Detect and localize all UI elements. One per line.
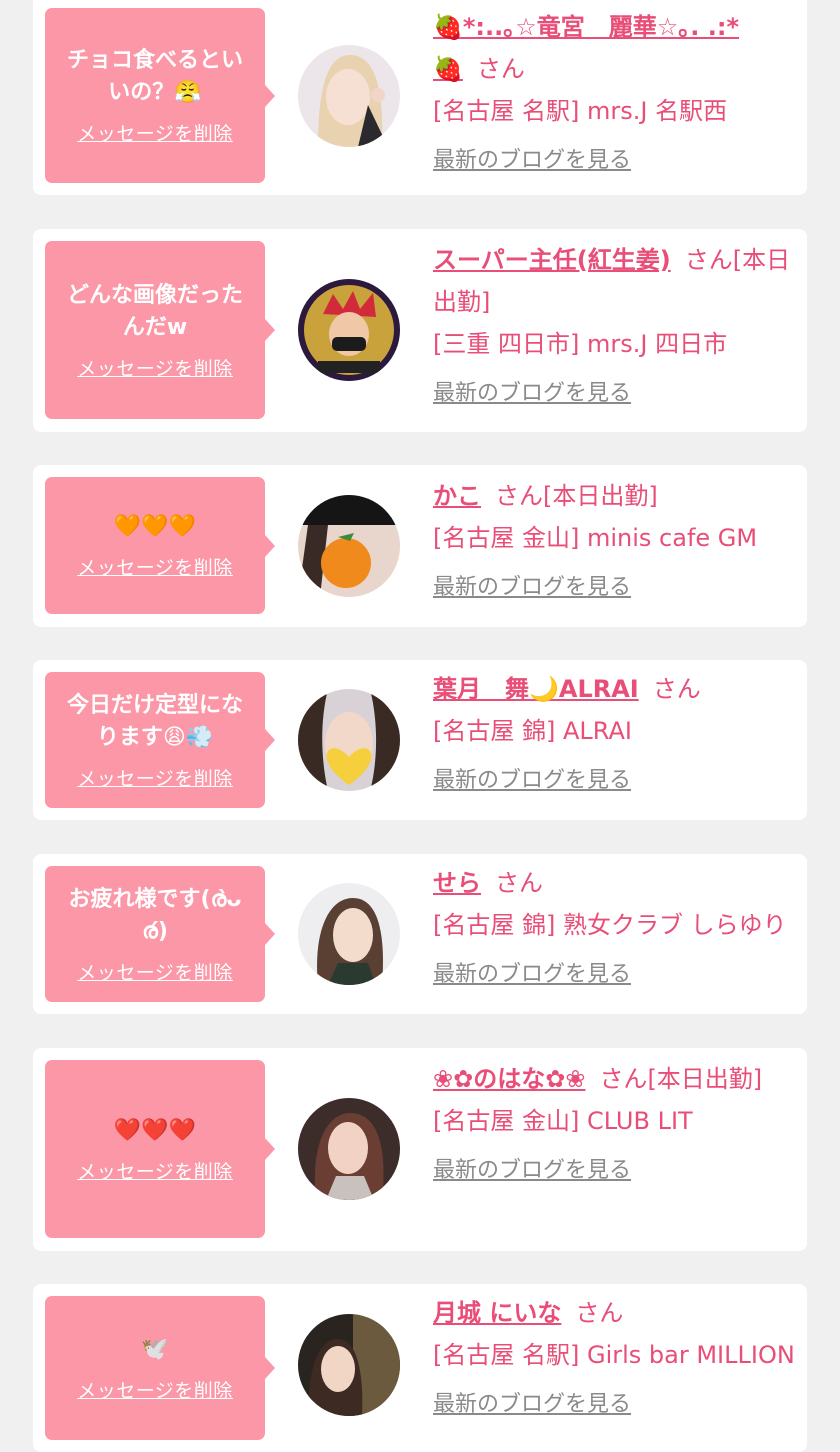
message-text: 🕊️ <box>141 1336 169 1362</box>
orange-covered-face-photo-icon <box>298 495 400 597</box>
message-text: チョコ食べるといいの？😤 <box>66 48 243 105</box>
message-bubble: どんな画像だったんだw メッセージを削除 <box>45 241 275 419</box>
message-bubble: 🧡🧡🧡 メッセージを削除 <box>45 477 275 614</box>
view-blog-link[interactable]: 最新のブログを見る <box>433 1384 631 1426</box>
sender-info: 🍓*:..｡☆竜宮 麗華☆｡. .:* 🍓 さん [名古屋 名駅] mrs.J 名… <box>433 6 798 182</box>
avatar[interactable] <box>298 883 400 985</box>
message-bubble: 今日だけ定型になります😩💨 メッセージを削除 <box>45 672 275 808</box>
sender-name-link[interactable]: 月城 にいな <box>433 1299 561 1327</box>
view-blog-link[interactable]: 最新のブログを見る <box>433 954 631 996</box>
avatar[interactable] <box>298 279 400 381</box>
sender-name-link[interactable]: スーパー主任(紅生姜) <box>433 246 671 274</box>
sender-name-link[interactable]: せら <box>433 869 481 897</box>
avatar[interactable] <box>298 1098 400 1200</box>
shop-info: [名古屋 金山] CLUB LIT <box>433 1107 693 1135</box>
message-card: ❤️❤️❤️ メッセージを削除 ❀✿のはな✿❀ さん[本日出勤] [名古屋 金山]… <box>33 1048 807 1251</box>
message-text: 🧡🧡🧡 <box>113 514 197 539</box>
sender-name-link[interactable]: ❀✿のはな✿❀ <box>433 1065 585 1093</box>
delete-message-link[interactable]: メッセージを削除 <box>77 1157 233 1184</box>
delete-message-link[interactable]: メッセージを削除 <box>77 119 233 146</box>
delete-message-link[interactable]: メッセージを削除 <box>77 553 233 580</box>
message-text: どんな画像だったんだw <box>66 282 243 340</box>
message-card: どんな画像だったんだw メッセージを削除 スーパー主任(紅生姜) さん[本日出勤]… <box>33 229 807 432</box>
message-card: チョコ食べるといいの？😤 メッセージを削除 🍓*:..｡☆竜宮 麗華☆｡. .:… <box>33 0 807 195</box>
message-card: 今日だけ定型になります😩💨 メッセージを削除 葉月 舞🌙ALRAI さん [名古屋… <box>33 660 807 820</box>
attendance-status: [本日出勤] <box>647 1065 763 1093</box>
message-card: 🕊️ メッセージを削除 月城 にいな さん [名古屋 名駅] Girls bar … <box>33 1284 807 1452</box>
message-card: お疲れ様です(ര̀ᴗര́) メッセージを削除 せら さん [名古屋 錦] 熟女クラ… <box>33 854 807 1014</box>
sender-info: 葉月 舞🌙ALRAI さん [名古屋 錦] ALRAI 最新のブログを見る <box>433 668 798 802</box>
sender-name-link[interactable]: 葉月 舞🌙ALRAI <box>433 675 639 703</box>
honorific: さん <box>599 1065 648 1093</box>
honorific: さん <box>652 675 701 703</box>
shop-info: [名古屋 名駅] Girls bar MILLION <box>433 1341 795 1369</box>
delete-message-link[interactable]: メッセージを削除 <box>77 958 233 985</box>
shop-info: [名古屋 名駅] mrs.J 名駅西 <box>433 97 728 125</box>
view-blog-link[interactable]: 最新のブログを見る <box>433 567 631 609</box>
attendance-status: [本日出勤] <box>543 482 658 510</box>
honorific: さん <box>684 246 733 274</box>
honorific: さん <box>575 1299 624 1327</box>
blonde-woman-photo-icon <box>298 45 400 147</box>
view-blog-link[interactable]: 最新のブログを見る <box>433 140 631 182</box>
avatar[interactable] <box>298 495 400 597</box>
sender-info: かこ さん[本日出勤] [名古屋 金山] minis cafe GM 最新のブログ… <box>433 475 798 609</box>
sender-info: スーパー主任(紅生姜) さん[本日出勤] [三重 四日市] mrs.J 四日市 最… <box>433 239 798 415</box>
sender-name-link[interactable]: かこ <box>433 482 481 510</box>
message-bubble: 🕊️ メッセージを削除 <box>45 1296 275 1440</box>
anime-character-logo-icon <box>298 279 400 381</box>
message-text: ❤️❤️❤️ <box>113 1117 197 1143</box>
woman-photo-icon <box>298 1314 400 1416</box>
shop-info: [名古屋 錦] ALRAI <box>433 717 632 745</box>
sender-info: せら さん [名古屋 錦] 熟女クラブ しらゆり 最新のブログを見る <box>433 862 798 996</box>
avatar[interactable] <box>298 1314 400 1416</box>
delete-message-link[interactable]: メッセージを削除 <box>77 764 233 791</box>
avatar[interactable] <box>298 45 400 147</box>
sender-info: ❀✿のはな✿❀ さん[本日出勤] [名古屋 金山] CLUB LIT 最新のブログ… <box>433 1058 798 1192</box>
view-blog-link[interactable]: 最新のブログを見る <box>433 373 631 415</box>
shop-info: [三重 四日市] mrs.J 四日市 <box>433 330 728 358</box>
honorific: さん <box>495 482 543 510</box>
view-blog-link[interactable]: 最新のブログを見る <box>433 760 631 802</box>
woman-photo-icon <box>298 883 400 985</box>
message-bubble: ❤️❤️❤️ メッセージを削除 <box>45 1060 275 1238</box>
heart-covered-face-photo-icon <box>298 689 400 791</box>
sender-info: 月城 にいな さん [名古屋 名駅] Girls bar MILLION 最新のブ… <box>433 1292 798 1426</box>
message-card: 🧡🧡🧡 メッセージを削除 かこ さん[本日出勤] [名古屋 金山] minis c… <box>33 465 807 627</box>
shop-info: [名古屋 金山] minis cafe GM <box>433 524 758 552</box>
shop-info: [名古屋 錦] 熟女クラブ しらゆり <box>433 911 787 939</box>
message-text: 今日だけ定型になります😩💨 <box>66 692 243 750</box>
delete-message-link[interactable]: メッセージを削除 <box>77 354 233 381</box>
avatar[interactable] <box>298 689 400 791</box>
view-blog-link[interactable]: 最新のブログを見る <box>433 1150 631 1192</box>
message-bubble: チョコ食べるといいの？😤 メッセージを削除 <box>45 8 275 183</box>
honorific: さん <box>476 55 525 83</box>
delete-message-link[interactable]: メッセージを削除 <box>77 1376 233 1403</box>
message-text: お疲れ様です(ര̀ᴗര́) <box>68 886 242 944</box>
woman-photo-icon <box>298 1098 400 1200</box>
honorific: さん <box>495 869 543 897</box>
message-bubble: お疲れ様です(ര̀ᴗര́) メッセージを削除 <box>45 866 275 1002</box>
